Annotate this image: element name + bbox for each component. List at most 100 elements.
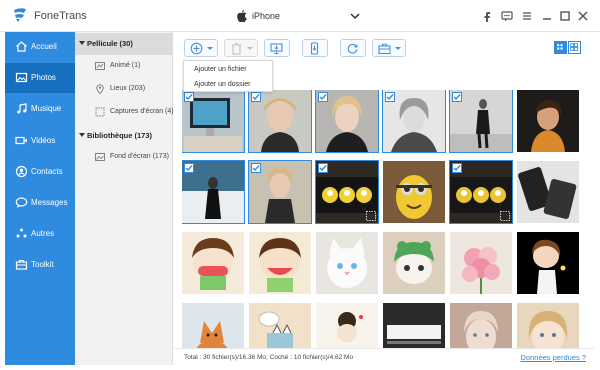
photo-thumbnail[interactable] — [249, 303, 311, 352]
sidebar-item-photos[interactable]: Photos — [5, 63, 75, 93]
photo-image — [383, 161, 445, 223]
tree-item-fond-ecran[interactable]: Fond d'écran (173) — [75, 148, 173, 166]
facebook-icon[interactable] — [480, 9, 494, 23]
delete-icon — [232, 42, 241, 55]
others-icon — [16, 228, 27, 238]
expand-caret-icon[interactable] — [79, 41, 85, 45]
photo-thumbnail[interactable] — [383, 232, 445, 294]
photo-thumbnail[interactable] — [383, 303, 445, 352]
contacts-icon — [15, 165, 28, 178]
menu-icon[interactable] — [520, 9, 534, 23]
photo-thumbnail[interactable] — [182, 303, 244, 352]
tree-group-bibliotheque[interactable]: Bibliothèque (173) — [75, 125, 173, 147]
sidebar-item-label: Vidéos — [31, 136, 56, 145]
caret-down-icon — [395, 47, 401, 50]
tree-group-pellicule[interactable]: Pellicule (30) — [75, 33, 173, 55]
add-button[interactable] — [184, 39, 218, 57]
photo-checkbox[interactable] — [318, 163, 328, 173]
sidebar-item-label: Musique — [31, 104, 62, 113]
photo-thumbnail[interactable] — [450, 303, 512, 352]
add-folder-menu-item[interactable]: Ajouter un dossier — [184, 77, 272, 92]
sidebar-item-messages[interactable]: Messages — [5, 188, 75, 218]
wallpaper-icon — [95, 153, 105, 161]
photos-icon — [15, 72, 28, 83]
photo-checkbox[interactable] — [318, 92, 328, 102]
status-summary: Total : 30 fichier(s)/16.36 Mo; Coché : … — [184, 354, 354, 361]
sidebar-item-musique[interactable]: Musique — [5, 94, 75, 124]
photo-image — [249, 232, 311, 294]
photo-thumbnail[interactable] — [517, 232, 579, 294]
checkmark-icon — [319, 165, 327, 172]
photo-checkbox[interactable] — [184, 163, 194, 173]
home-icon — [16, 41, 27, 52]
checkmark-icon — [185, 94, 193, 101]
expand-caret-icon[interactable] — [79, 133, 85, 137]
photo-image — [450, 303, 512, 352]
photo-thumbnail[interactable] — [315, 90, 379, 153]
tree-item-lieux[interactable]: Lieux (203) — [75, 80, 173, 98]
messages-icon — [15, 197, 28, 208]
tree-item-captures[interactable]: Captures d'écran (4) — [75, 103, 174, 121]
screen-recording-icon — [366, 211, 376, 221]
grid-view-toggle[interactable] — [554, 41, 567, 54]
photo-grid — [182, 90, 582, 352]
photo-thumbnail[interactable] — [449, 160, 513, 224]
photo-thumbnail[interactable] — [248, 160, 312, 224]
caret-down-icon — [207, 47, 213, 50]
sidebar-item-autres[interactable]: Autres — [5, 219, 75, 249]
photo-image — [517, 303, 579, 352]
photo-checkbox[interactable] — [251, 163, 261, 173]
sidebar-item-contacts[interactable]: Contacts — [5, 157, 75, 187]
export-to-device-button[interactable] — [302, 39, 328, 57]
sidebar-item-accueil[interactable]: Accueil — [5, 32, 75, 62]
close-icon[interactable] — [576, 9, 590, 23]
photo-thumbnail[interactable] — [449, 90, 513, 153]
title-bar: FoneTrans iPhone — [0, 0, 600, 32]
sidebar-item-toolkit[interactable]: Toolkit — [5, 250, 75, 280]
toolbox-icon — [378, 43, 391, 55]
photo-checkbox[interactable] — [385, 92, 395, 102]
photo-thumbnail[interactable] — [517, 90, 579, 152]
lost-data-link[interactable]: Données perdues ? — [521, 353, 586, 362]
device-selector[interactable]: iPhone — [236, 8, 366, 26]
checkmark-icon — [386, 94, 394, 101]
large-view-toggle[interactable] — [568, 41, 581, 54]
photo-thumbnail[interactable] — [182, 160, 245, 224]
photo-thumbnail[interactable] — [316, 303, 378, 352]
photo-checkbox[interactable] — [184, 92, 194, 102]
photo-thumbnail[interactable] — [383, 161, 445, 223]
delete-button[interactable] — [224, 39, 258, 57]
checkmark-icon — [453, 165, 461, 172]
export-to-pc-button[interactable] — [264, 39, 290, 57]
photo-image — [383, 232, 445, 294]
photo-thumbnail[interactable] — [182, 90, 245, 153]
photo-thumbnail[interactable] — [248, 90, 312, 153]
photo-thumbnail[interactable] — [182, 232, 244, 294]
photo-image — [517, 161, 579, 223]
toolbox-button[interactable] — [372, 39, 406, 57]
minimize-icon[interactable] — [540, 9, 554, 23]
photo-image — [316, 303, 378, 352]
sidebar-item-videos[interactable]: Vidéos — [5, 126, 75, 156]
photo-thumbnail[interactable] — [316, 232, 378, 294]
add-file-menu-item[interactable]: Ajouter un fichier — [184, 62, 272, 77]
photo-thumbnail[interactable] — [315, 160, 379, 224]
photo-thumbnail[interactable] — [450, 232, 512, 294]
photo-checkbox[interactable] — [452, 163, 462, 173]
photo-checkbox[interactable] — [452, 92, 462, 102]
tree-item-anime[interactable]: Animé (1) — [75, 57, 173, 75]
feedback-icon[interactable] — [500, 9, 514, 23]
maximize-icon[interactable] — [558, 9, 572, 23]
photo-thumbnail[interactable] — [382, 90, 446, 153]
photo-browser: Ajouter un fichier Ajouter un dossier To… — [174, 32, 594, 365]
large-view-icon — [570, 43, 578, 51]
photo-thumbnail[interactable] — [517, 303, 579, 352]
device-name: iPhone — [252, 11, 281, 21]
refresh-button[interactable] — [340, 39, 366, 57]
photo-thumbnail[interactable] — [517, 161, 579, 223]
add-icon — [190, 42, 203, 55]
chevron-down-icon[interactable] — [350, 12, 360, 20]
photo-thumbnail[interactable] — [249, 232, 311, 294]
toolbar — [174, 32, 594, 62]
photo-checkbox[interactable] — [251, 92, 261, 102]
